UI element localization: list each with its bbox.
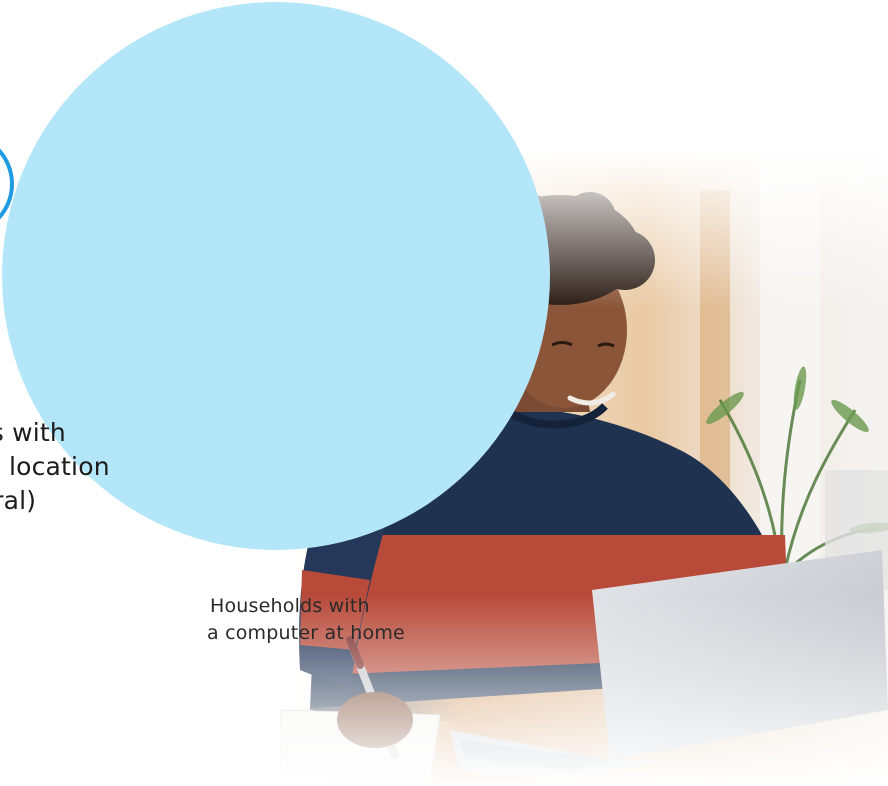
chart-title-line-3: n/Rural) xyxy=(0,486,37,515)
legend-label-line-2: a computer at home xyxy=(207,622,405,644)
chart-title-line-2: et by location xyxy=(0,452,110,481)
infographic-panel: holds with et by location n/Rural) House… xyxy=(0,0,888,786)
chart-title-line-1: holds with xyxy=(0,418,66,447)
legend-label-line-1: Households with xyxy=(210,595,370,617)
legend-label: Households with a computer at home xyxy=(207,593,405,647)
chart-title: holds with et by location n/Rural) xyxy=(0,416,110,518)
